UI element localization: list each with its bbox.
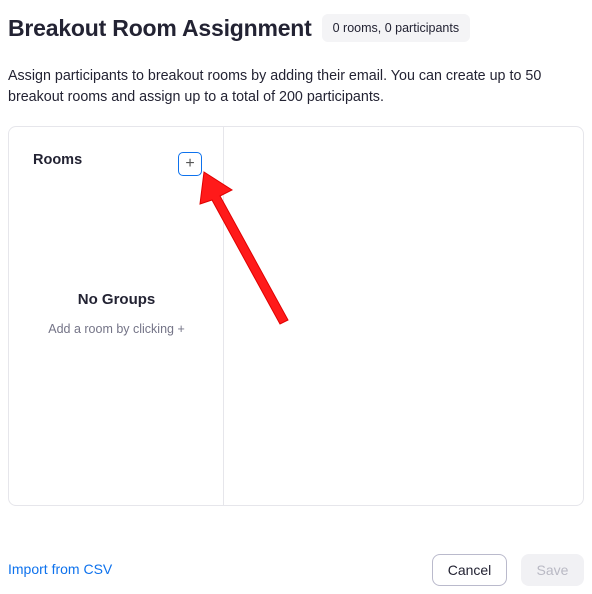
rooms-label: Rooms — [33, 152, 83, 168]
room-count-badge: 0 rooms, 0 participants — [321, 14, 471, 42]
cancel-button[interactable]: Cancel — [432, 554, 507, 586]
page-description: Assign participants to breakout rooms by… — [8, 68, 542, 105]
header: Breakout Room Assignment 0 rooms, 0 part… — [8, 14, 471, 42]
red-arrow-annotation-icon — [199, 171, 289, 325]
save-button[interactable]: Save — [521, 554, 584, 586]
plus-icon: + — [185, 155, 195, 172]
page-title: Breakout Room Assignment — [8, 14, 312, 41]
empty-state-title: No Groups — [77, 291, 156, 308]
import-csv-link[interactable]: Import from CSV — [8, 561, 112, 577]
empty-state-hint: Add a room by clicking + — [48, 322, 185, 336]
rooms-column: Rooms + No Groups Add a room by clicking… — [9, 127, 224, 505]
assignment-panel: Rooms + No Groups Add a room by clicking… — [8, 126, 584, 506]
